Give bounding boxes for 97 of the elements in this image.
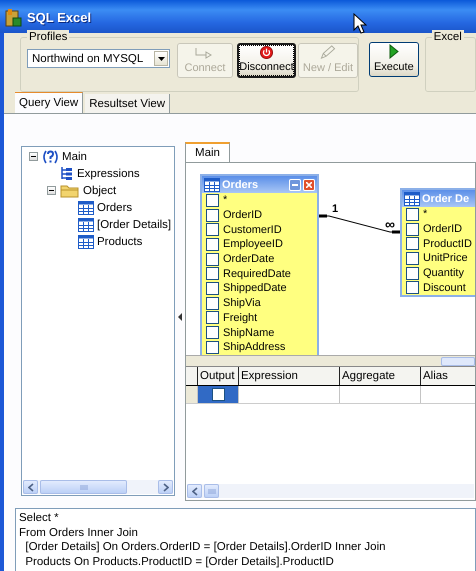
minimize-icon [292, 184, 298, 186]
pencil-icon [318, 45, 338, 60]
table-icon [204, 178, 220, 192]
view-tab[interactable]: Query View [15, 92, 84, 113]
grip-icon [208, 488, 216, 494]
column-header[interactable]: Expression [239, 367, 340, 385]
designer-tab[interactable]: Main [185, 142, 230, 162]
checkbox[interactable] [206, 194, 219, 207]
scroll-thumb[interactable] [40, 480, 127, 494]
tree-item[interactable]: Products [97, 236, 142, 248]
minus-icon [49, 188, 54, 193]
field-name: Discount [423, 282, 466, 294]
app-icon [5, 8, 22, 26]
field-name: ProductID [423, 238, 472, 250]
tree-item[interactable]: Orders [97, 202, 132, 214]
column-header[interactable]: Alias [421, 367, 475, 385]
checkbox[interactable] [206, 311, 219, 324]
collapse-arrow-icon[interactable] [178, 312, 183, 320]
checkbox[interactable] [206, 340, 219, 354]
field-name: OrderID [423, 223, 462, 236]
checkbox[interactable] [206, 282, 219, 295]
checkbox[interactable] [406, 208, 419, 221]
field-name: Quantity [423, 267, 464, 280]
mouse-cursor-icon [353, 13, 367, 34]
view-tab[interactable]: Resultset View [85, 94, 170, 113]
scroll-left-button[interactable] [23, 480, 38, 494]
sql-editor[interactable]: Select * From Orders Inner Join [Order Details] On Orders.OrderID = [Order Details].OrderID Inner Join Products On Products.ProductID = [Order Details].ProductID [15, 508, 476, 571]
code-line: Products On Products.ProductID = [Order Details].ProductID [24, 554, 335, 569]
folder-icon [60, 183, 80, 198]
code-line: Select * [19, 511, 60, 526]
checkbox[interactable] [212, 388, 224, 401]
play-icon [388, 44, 399, 59]
grid-cell[interactable] [198, 386, 239, 403]
table-window[interactable]: Orders * OrderID CustomerID EmployeeID OrderDate RequiredDate ShippedDate ShipVia Freight ShipName ShipAddress [200, 174, 319, 355]
field-name: CustomerID [223, 224, 282, 236]
grid-corner [186, 367, 198, 385]
hierarchy-icon [60, 166, 74, 181]
help-icon [42, 150, 59, 164]
checkbox[interactable] [406, 266, 419, 280]
checkbox[interactable] [206, 326, 219, 340]
checkbox[interactable] [406, 281, 419, 294]
checkbox[interactable] [206, 238, 219, 251]
field-name: ShipName [223, 326, 274, 339]
tree-item[interactable]: Object [83, 184, 116, 196]
grip-icon [80, 484, 88, 490]
execute-button[interactable]: Execute [369, 42, 419, 77]
field-name: ShippedDate [223, 282, 287, 294]
field-name: ShipAddress [223, 341, 286, 354]
scroll-thumb[interactable] [204, 484, 219, 498]
code-line: From Orders Inner Join [19, 526, 139, 540]
checkbox[interactable] [206, 296, 219, 310]
column-header[interactable]: Output [198, 367, 239, 385]
column-header[interactable]: Aggregate [340, 367, 421, 385]
scroll-left-button[interactable] [187, 484, 202, 498]
tree-item[interactable]: Main [62, 150, 87, 162]
checkbox[interactable] [206, 267, 219, 280]
checkbox[interactable] [206, 208, 219, 222]
checkbox[interactable] [206, 252, 219, 266]
field-name: OrderDate [223, 253, 274, 266]
relationship-line[interactable] [318, 214, 402, 234]
table-icon [78, 218, 94, 232]
field-name: RequiredDate [223, 268, 291, 280]
table-icon [404, 192, 420, 206]
cardinality-label: ∞ [385, 219, 395, 230]
close-icon [306, 182, 312, 188]
cardinality-label: 1 [332, 204, 338, 215]
checkbox[interactable] [406, 237, 419, 250]
table-title: Orders [222, 178, 260, 190]
expander-icon[interactable] [29, 152, 38, 161]
checkbox[interactable] [206, 223, 219, 236]
field-name: UnitPrice [423, 252, 468, 264]
minimize-button[interactable] [289, 178, 301, 190]
scroll-right-button[interactable] [158, 480, 174, 494]
tree-item[interactable]: Expressions [77, 168, 140, 180]
toolbar-button[interactable]: Disconnect [237, 43, 296, 78]
minus-icon [31, 154, 36, 159]
code-line: [Order Details] On Orders.OrderID = [Order Details].OrderID Inner Join [24, 540, 387, 554]
field-name: * [223, 194, 228, 206]
table-icon [78, 200, 94, 214]
checkbox[interactable] [406, 252, 419, 265]
checkbox[interactable] [406, 222, 419, 236]
field-name: ShipVia [223, 297, 261, 310]
field-name: Freight [223, 312, 258, 324]
tree-item[interactable]: [Order Details] [97, 218, 172, 230]
table-title: Order De [422, 192, 470, 204]
close-button[interactable] [303, 178, 315, 190]
scroll-thumb[interactable] [441, 356, 475, 366]
window-title: SQL Excel [27, 10, 92, 25]
field-name: EmployeeID [223, 238, 283, 250]
profile-dropdown[interactable]: Northwind on MYSQL [27, 49, 170, 68]
power-icon [259, 46, 274, 59]
field-name: * [423, 208, 428, 220]
expander-icon[interactable] [47, 186, 56, 195]
table-window[interactable]: Order De * OrderID ProductID UnitPrice Quantity Discount [400, 188, 475, 298]
table-icon [78, 234, 94, 248]
field-name: OrderID [223, 209, 262, 222]
dropdown-arrow-icon [158, 56, 164, 60]
